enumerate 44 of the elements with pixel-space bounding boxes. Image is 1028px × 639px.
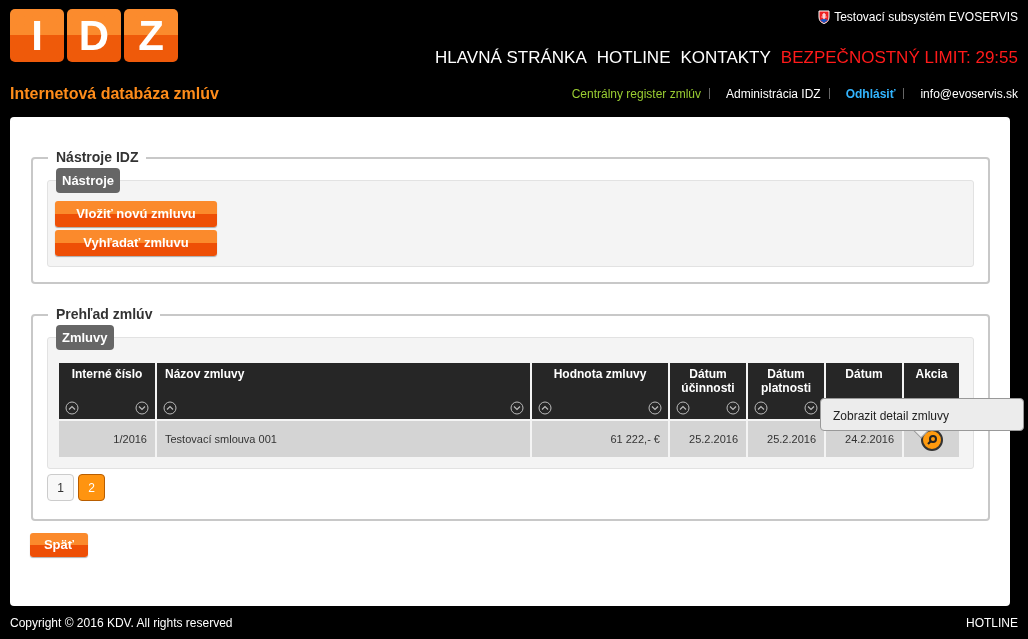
- sort-up-icon[interactable]: [65, 401, 79, 415]
- column-header[interactable]: Interné číslo: [58, 362, 156, 420]
- nav-link[interactable]: HOTLINE: [596, 45, 671, 71]
- site-subtitle: Internetová databáza zmlúv: [10, 84, 219, 104]
- sort-down-icon[interactable]: [135, 401, 149, 415]
- table-cell: 61 222,- €: [531, 420, 669, 458]
- search-icon: [925, 433, 938, 446]
- logo-letter: Z: [124, 9, 178, 62]
- table-cell: Testovací smlouva 001: [156, 420, 531, 458]
- header-link[interactable]: Odhlásiť: [845, 84, 896, 103]
- fieldset-legend: Nástroje IDZ: [48, 147, 147, 168]
- logo-letter: I: [10, 9, 64, 62]
- fieldset-legend: Prehľad zmlúv: [48, 304, 161, 325]
- header-link[interactable]: Centrálny register zmlúv: [571, 84, 701, 103]
- table-cell: 25.2.2016: [747, 420, 825, 458]
- session-timer: BEZPEČNOSTNÝ LIMIT: 29:55: [780, 47, 1018, 69]
- column-header[interactable]: Dátum účinnosti: [669, 362, 747, 420]
- tooltip: Zobrazit detail zmluvy: [820, 398, 1024, 431]
- coat-of-arms-icon: [818, 10, 831, 24]
- nav-link[interactable]: KONTAKTY: [680, 45, 771, 71]
- sort-down-icon[interactable]: [726, 401, 740, 415]
- sort-up-icon[interactable]: [754, 401, 768, 415]
- table-cell: 1/2016: [58, 420, 156, 458]
- sort-up-icon[interactable]: [676, 401, 690, 415]
- sort-down-icon[interactable]: [648, 401, 662, 415]
- sort-up-icon[interactable]: [163, 401, 177, 415]
- copyright-text: Copyright © 2016 KDV. All rights reserved: [10, 614, 233, 632]
- column-header[interactable]: Hodnota zmluvy: [531, 362, 669, 420]
- action-button[interactable]: Vyhľadať zmluvu: [55, 230, 217, 256]
- header-link[interactable]: info@evoservis.sk: [920, 84, 1018, 103]
- column-header[interactable]: Dátum platnosti: [747, 362, 825, 420]
- sort-up-icon[interactable]: [538, 401, 552, 415]
- header-link[interactable]: Administrácia IDZ: [726, 84, 821, 103]
- sort-down-icon[interactable]: [510, 401, 524, 415]
- nav-link[interactable]: HLAVNÁ STRÁNKA: [435, 45, 587, 71]
- sort-down-icon[interactable]: [804, 401, 818, 415]
- page-button[interactable]: 1: [47, 474, 74, 501]
- footer-link[interactable]: HOTLINE: [966, 613, 1018, 632]
- system-label: Testovací subsystém EVOSERVIS: [834, 9, 1018, 26]
- action-button[interactable]: Vložiť novú zmluvu: [55, 201, 217, 227]
- column-header[interactable]: Názov zmluvy: [156, 362, 531, 420]
- table-cell: 25.2.2016: [669, 420, 747, 458]
- back-button[interactable]: Späť: [30, 533, 88, 557]
- logo-letter: D: [67, 9, 121, 62]
